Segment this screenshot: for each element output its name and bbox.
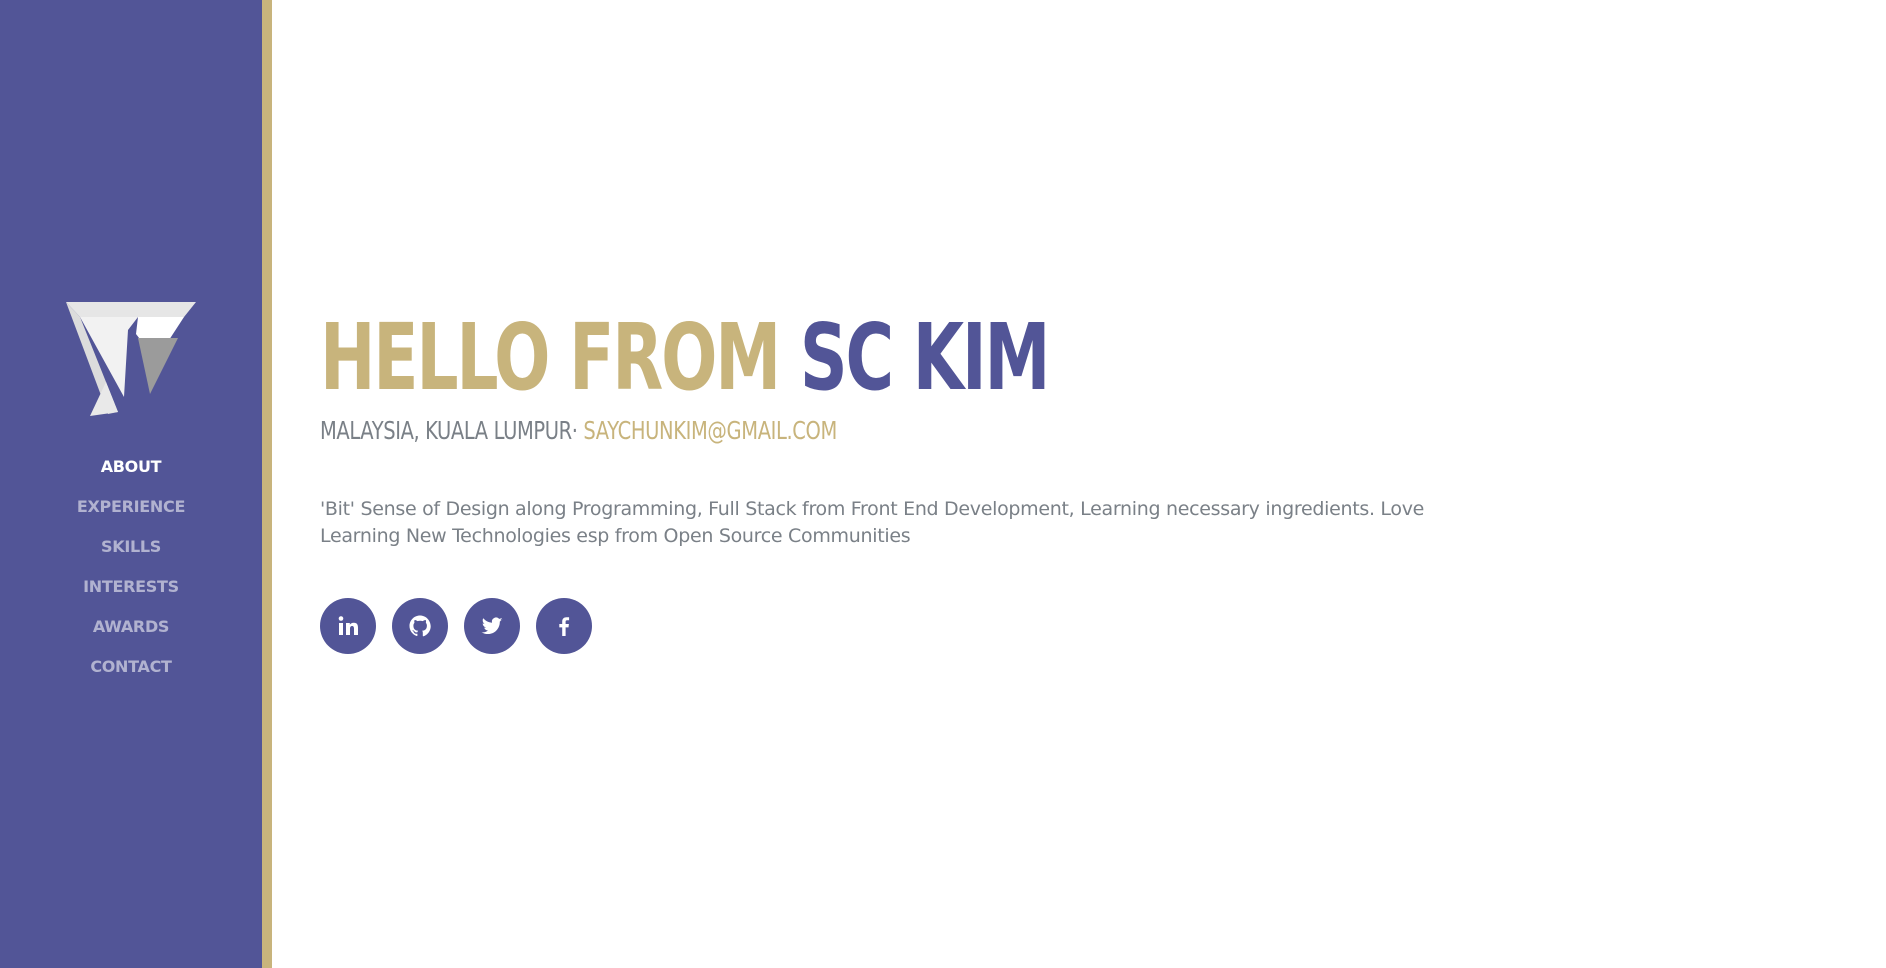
sidebar: ABOUT EXPERIENCE SKILLS INTERESTS AWARDS… (0, 0, 272, 968)
social-icons (320, 598, 592, 654)
sc-kim-logo[interactable] (66, 302, 196, 416)
nav-link-contact[interactable]: CONTACT (90, 657, 172, 676)
hero-bio: 'Bit' Sense of Design along Programming,… (320, 498, 1425, 547)
nav-item-skills: SKILLS (0, 534, 262, 574)
hero-name: SC KIM (799, 304, 1050, 411)
facebook-button[interactable] (536, 598, 592, 654)
linkedin-button[interactable] (320, 598, 376, 654)
github-icon (409, 615, 431, 637)
nav-item-about: ABOUT (0, 454, 262, 494)
nav-link-experience[interactable]: EXPERIENCE (77, 497, 186, 516)
nav-link-awards[interactable]: AWARDS (93, 617, 170, 636)
email-link[interactable]: SAYCHUNKIM@GMAIL.COM (583, 416, 837, 445)
main-content: HELLO FROM SC KIM MALAYSIA, KUALA LUMPUR… (320, 0, 1800, 968)
hero-headline: HELLO FROM SC KIM (320, 308, 1050, 408)
sidebar-nav: ABOUT EXPERIENCE SKILLS INTERESTS AWARDS… (0, 454, 262, 694)
nav-item-experience: EXPERIENCE (0, 494, 262, 534)
hero-subheading: MALAYSIA, KUALA LUMPUR· SAYCHUNKIM@GMAIL… (320, 416, 837, 446)
nav-link-interests[interactable]: INTERESTS (83, 577, 179, 596)
nav-link-about[interactable]: ABOUT (101, 457, 162, 476)
hero-greeting: HELLO FROM (320, 304, 800, 411)
hero-location: MALAYSIA, KUALA LUMPUR· (320, 416, 584, 445)
nav-link-skills[interactable]: SKILLS (101, 537, 161, 556)
twitter-button[interactable] (464, 598, 520, 654)
nav-item-interests: INTERESTS (0, 574, 262, 614)
nav-item-contact: CONTACT (0, 654, 262, 694)
page: ABOUT EXPERIENCE SKILLS INTERESTS AWARDS… (0, 0, 1886, 968)
linkedin-icon (338, 616, 358, 635)
nav-item-awards: AWARDS (0, 614, 262, 654)
github-button[interactable] (392, 598, 448, 654)
facebook-icon (559, 617, 570, 636)
twitter-icon (481, 617, 503, 635)
